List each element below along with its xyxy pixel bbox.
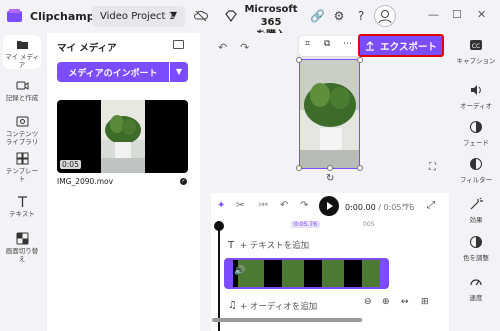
- audio-icon: [471, 85, 481, 95]
- expand-icon[interactable]: ⤢: [427, 200, 435, 211]
- folder-icon: [16, 41, 28, 49]
- plant-video-frame: [300, 60, 359, 168]
- media-panel-title: マイ メディア: [57, 43, 117, 54]
- import-media-button[interactable]: メディアのインポート: [57, 62, 169, 82]
- color-icon: [470, 236, 482, 248]
- nav-transitions[interactable]: 画面切り替 え: [0, 232, 44, 263]
- fit-icon[interactable]: ⧉: [324, 39, 330, 49]
- nav-speed[interactable]: 速度: [452, 275, 500, 302]
- add-text-track[interactable]: + テキストを追加: [240, 239, 309, 251]
- transition-icon: [16, 232, 28, 245]
- media-filename: IMG_2090.mov: [57, 177, 114, 186]
- check-icon: ✓: [180, 178, 187, 185]
- timeline-scrollbar[interactable]: [212, 318, 362, 322]
- add-audio-track[interactable]: + オーディオを追加: [240, 300, 317, 312]
- rewind-icon[interactable]: ↶: [280, 200, 288, 211]
- music-note-icon: ♫: [228, 300, 237, 311]
- svg-text:CC: CC: [472, 43, 480, 50]
- effects-icon: [470, 197, 483, 210]
- skip-back-icon[interactable]: ⏮: [259, 200, 268, 211]
- nav-record-create[interactable]: 記録と作成: [0, 79, 44, 102]
- timeline-view-icon[interactable]: ⊞: [421, 297, 429, 307]
- video-preview[interactable]: [299, 59, 360, 169]
- resize-handle-tr[interactable]: [357, 57, 363, 63]
- nav-templates[interactable]: テンプレー ト: [0, 152, 44, 183]
- more-icon[interactable]: ⋯: [343, 39, 352, 49]
- help-icon[interactable]: ?: [354, 9, 368, 23]
- gear-icon[interactable]: ⚙: [332, 9, 346, 23]
- text-track-icon: T: [228, 240, 235, 251]
- nav-color[interactable]: 色を調整: [452, 235, 500, 262]
- app-name: Clipchamp: [30, 10, 95, 23]
- user-icon: [378, 10, 392, 24]
- avatar[interactable]: [374, 5, 396, 27]
- clipchamp-logo-icon: [7, 9, 22, 22]
- import-dropdown-button[interactable]: ▼: [170, 62, 188, 82]
- link-icon[interactable]: 🔗: [310, 9, 325, 23]
- minimize-button[interactable]: —: [428, 8, 439, 21]
- fullscreen-icon[interactable]: ⛶: [429, 162, 436, 173]
- preview-toolbar: ⌗ ⧉ ⋯: [299, 36, 362, 56]
- redo-icon[interactable]: ↷: [240, 41, 249, 54]
- media-duration: 0:05: [60, 160, 81, 169]
- play-button[interactable]: [319, 196, 339, 216]
- zoom-out-icon[interactable]: ⊖: [364, 297, 372, 307]
- text-icon: [17, 196, 27, 207]
- video-clip[interactable]: [224, 258, 389, 289]
- undo-icon[interactable]: ↶: [218, 41, 227, 54]
- nav-effects[interactable]: 効果: [452, 197, 500, 224]
- collapse-panel-icon[interactable]: [173, 40, 184, 49]
- nav-my-media[interactable]: マイ メディア: [3, 35, 41, 69]
- project-name-dropdown[interactable]: Video Project 1 ▼: [92, 6, 185, 27]
- export-button[interactable]: エクスポート: [358, 34, 444, 57]
- clip-filmstrip: [226, 260, 387, 287]
- templates-icon: [16, 152, 28, 165]
- fade-icon: [470, 121, 482, 133]
- cloud-off-icon[interactable]: [194, 9, 208, 23]
- resize-handle-bl[interactable]: [296, 165, 302, 171]
- project-name: Video Project 1: [100, 11, 175, 22]
- play-icon: [327, 202, 333, 210]
- playhead[interactable]: [218, 223, 220, 331]
- nav-content-library[interactable]: コンテンツ ライブラリ: [0, 115, 44, 146]
- maximize-button[interactable]: ☐: [452, 8, 462, 21]
- filter-icon: [470, 158, 482, 170]
- magic-icon[interactable]: ✦: [217, 200, 225, 211]
- camera-icon: [16, 81, 28, 90]
- resize-handle-br[interactable]: [357, 165, 363, 171]
- scissors-icon[interactable]: ✂: [236, 200, 244, 211]
- timeline-ruler: 0:05.76 005: [211, 220, 449, 232]
- forward-icon[interactable]: ↷: [300, 200, 308, 211]
- crop-icon[interactable]: ⌗: [305, 39, 310, 49]
- speed-icon: [470, 279, 482, 286]
- resize-handle-tl[interactable]: [296, 57, 302, 63]
- close-button[interactable]: ✕: [477, 8, 486, 21]
- nav-text[interactable]: テキスト: [0, 195, 44, 218]
- nav-fade[interactable]: フェード: [452, 120, 500, 147]
- skip-forward-icon[interactable]: ⏭: [402, 200, 411, 211]
- rotate-icon[interactable]: ↻: [326, 173, 334, 184]
- speaker-icon[interactable]: 🔊: [234, 266, 245, 276]
- library-icon: [16, 116, 28, 127]
- resize-handle-b[interactable]: [327, 165, 333, 171]
- nav-audio[interactable]: オーディオ: [452, 83, 500, 110]
- nav-filter[interactable]: フィルター: [452, 157, 500, 184]
- zoom-in-icon[interactable]: ⊕: [382, 297, 390, 307]
- chevron-down-icon: ▼: [170, 10, 177, 19]
- fit-timeline-icon[interactable]: ↔: [401, 297, 409, 307]
- nav-captions[interactable]: CC キャプション: [452, 38, 500, 65]
- captions-icon: CC: [470, 40, 482, 50]
- diamond-icon[interactable]: [224, 9, 238, 23]
- upload-icon: [366, 40, 375, 51]
